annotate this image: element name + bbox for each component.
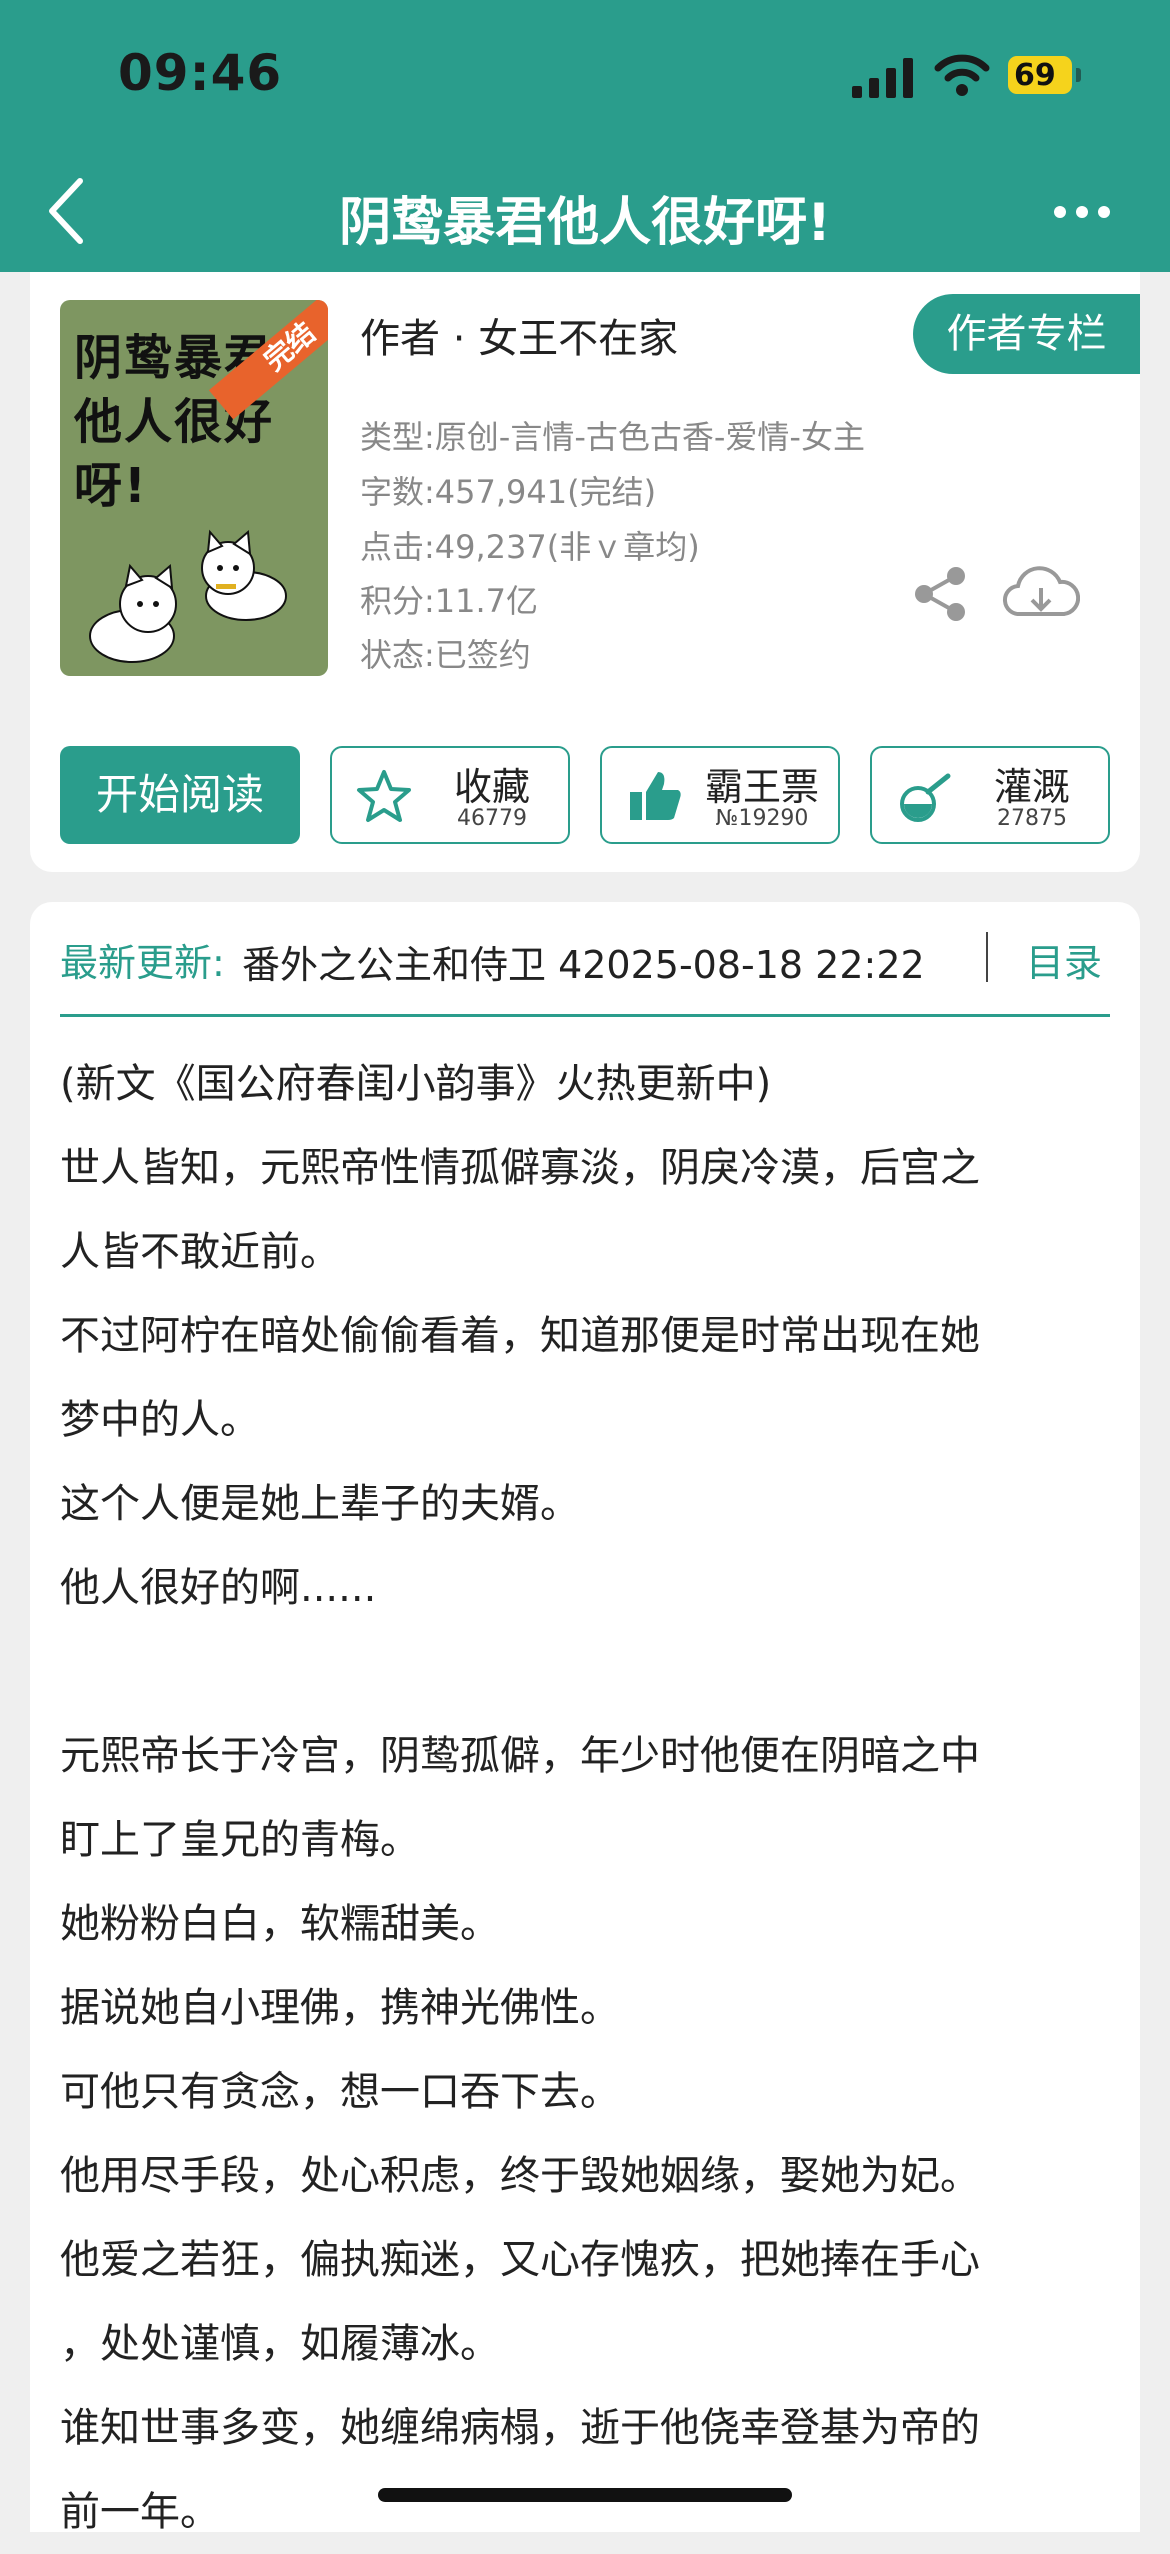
synopsis-line: 梦中的人。 <box>60 1397 260 1443</box>
home-indicator[interactable] <box>378 2488 792 2502</box>
book-cover[interactable]: 阴鸷暴君 他人很好 呀! 完结 <box>60 300 328 676</box>
battery-percent: 69 <box>1014 58 1056 93</box>
book-points: 积分:11.7亿 <box>360 582 539 620</box>
favorite-button[interactable]: 收藏 46779 <box>330 746 570 844</box>
synopsis-line: 他人很好的啊...... <box>60 1565 377 1611</box>
wifi-icon <box>934 54 990 96</box>
favorite-label: 收藏 <box>453 765 530 809</box>
irrigate-button[interactable]: 灌溉 27875 <box>870 746 1110 844</box>
synopsis-line: 可他只有贪念，想一口吞下去。 <box>60 2069 620 2115</box>
cloud-download-icon[interactable] <box>1002 562 1080 626</box>
book-type: 类型:原创-言情-古色古香-爱情-女主 <box>360 418 865 456</box>
cellular-signal-icon <box>852 58 913 98</box>
synopsis-line: 盯上了皇兄的青梅。 <box>60 1817 420 1863</box>
section-divider <box>60 1014 1110 1017</box>
author-name[interactable]: 作者 · 女王不在家 <box>360 306 678 364</box>
start-reading-button[interactable]: 开始阅读 <box>60 746 300 844</box>
synopsis-line: 他用尽手段，处心积虑，终于毁她姻缘，娶她为妃。 <box>60 2153 980 2199</box>
synopsis-line <box>60 1630 1120 1714</box>
book-info-card: 阴鸷暴君 他人很好 呀! 完结 作者 · 女王不在家 作者专栏 类型:原创-言情… <box>30 272 1140 872</box>
table-of-contents-link[interactable]: 目录 <box>1026 932 1102 987</box>
star-icon <box>357 770 411 822</box>
page-title: 阴鸷暴君他人很好呀! <box>339 193 831 253</box>
book-status: 状态:已签约 <box>360 636 531 674</box>
status-bar: 09:46 69 <box>0 0 1170 150</box>
status-time: 09:46 <box>118 44 283 102</box>
synopsis-line: 谁知世事多变，她缠绵病榻，逝于他侥幸登基为帝的 <box>60 2405 980 2451</box>
bawang-ticket-button[interactable]: 霸王票 №19290 <box>600 746 840 844</box>
synopsis-card: 最新更新: 番外之公主和侍卫 42025-08-18 22:22 目录 (新文《… <box>30 902 1140 2535</box>
irrigate-label: 灌溉 <box>993 765 1070 809</box>
more-dots-icon[interactable] <box>1052 202 1112 222</box>
synopsis-line: ，处处谨慎，如履薄冰。 <box>60 2321 500 2367</box>
synopsis-line: 世人皆知，元熙帝性情孤僻寡淡，阴戾冷漠，后宫之 <box>60 1145 980 1191</box>
synopsis-line: 他爱之若狂，偏执痴迷，又心存愧疚，把她捧在手心 <box>60 2237 980 2283</box>
thumbs-up-icon <box>630 772 681 820</box>
favorite-count: 46779 <box>457 806 527 831</box>
synopsis-line: (新文《国公府春闺小韵事》火热更新中) <box>60 1061 772 1107</box>
cover-title-line: 他人很好 <box>74 394 275 450</box>
share-icon[interactable] <box>910 564 970 624</box>
synopsis-line: 前一年。 <box>60 2489 220 2535</box>
latest-update-label: 最新更新: <box>60 941 225 985</box>
watering-flask-icon <box>900 773 951 822</box>
bawang-label: 霸王票 <box>704 765 819 809</box>
bawang-count: №19290 <box>715 806 809 831</box>
synopsis-line: 这个人便是她上辈子的夫婿。 <box>60 1481 580 1527</box>
battery-level: 69 <box>1008 56 1072 94</box>
synopsis-line: 不过阿柠在暗处偷偷看着，知道那便是时常出现在她 <box>60 1313 980 1359</box>
irrigate-count: 27875 <box>997 806 1067 831</box>
book-word-count: 字数:457,941(完结) <box>360 473 657 511</box>
battery-icon: 69 <box>1008 56 1088 98</box>
synopsis-line: 元熙帝长于冷宫，阴鸷孤僻，年少时他便在阴暗之中 <box>60 1733 980 1779</box>
update-divider <box>986 932 988 982</box>
book-click-count: 点击:49,237(非ｖ章均) <box>360 528 700 566</box>
synopsis-text: (新文《国公府春闺小韵事》火热更新中) 世人皆知，元熙帝性情孤僻寡淡，阴戾冷漠，… <box>60 1042 1120 2554</box>
cats-illustration <box>89 529 287 663</box>
synopsis-line: 她粉粉白白，软糯甜美。 <box>60 1901 500 1947</box>
nav-bar: 阴鸷暴君他人很好呀! <box>0 150 1170 272</box>
latest-update-chapter[interactable]: 番外之公主和侍卫 42025-08-18 22:22 <box>242 934 960 989</box>
synopsis-line: 人皆不敢近前。 <box>60 1229 340 1275</box>
author-column-button[interactable]: 作者专栏 <box>913 294 1140 374</box>
battery-tip <box>1076 68 1081 82</box>
synopsis-line: 据说她自小理佛，携神光佛性。 <box>60 1985 620 2031</box>
